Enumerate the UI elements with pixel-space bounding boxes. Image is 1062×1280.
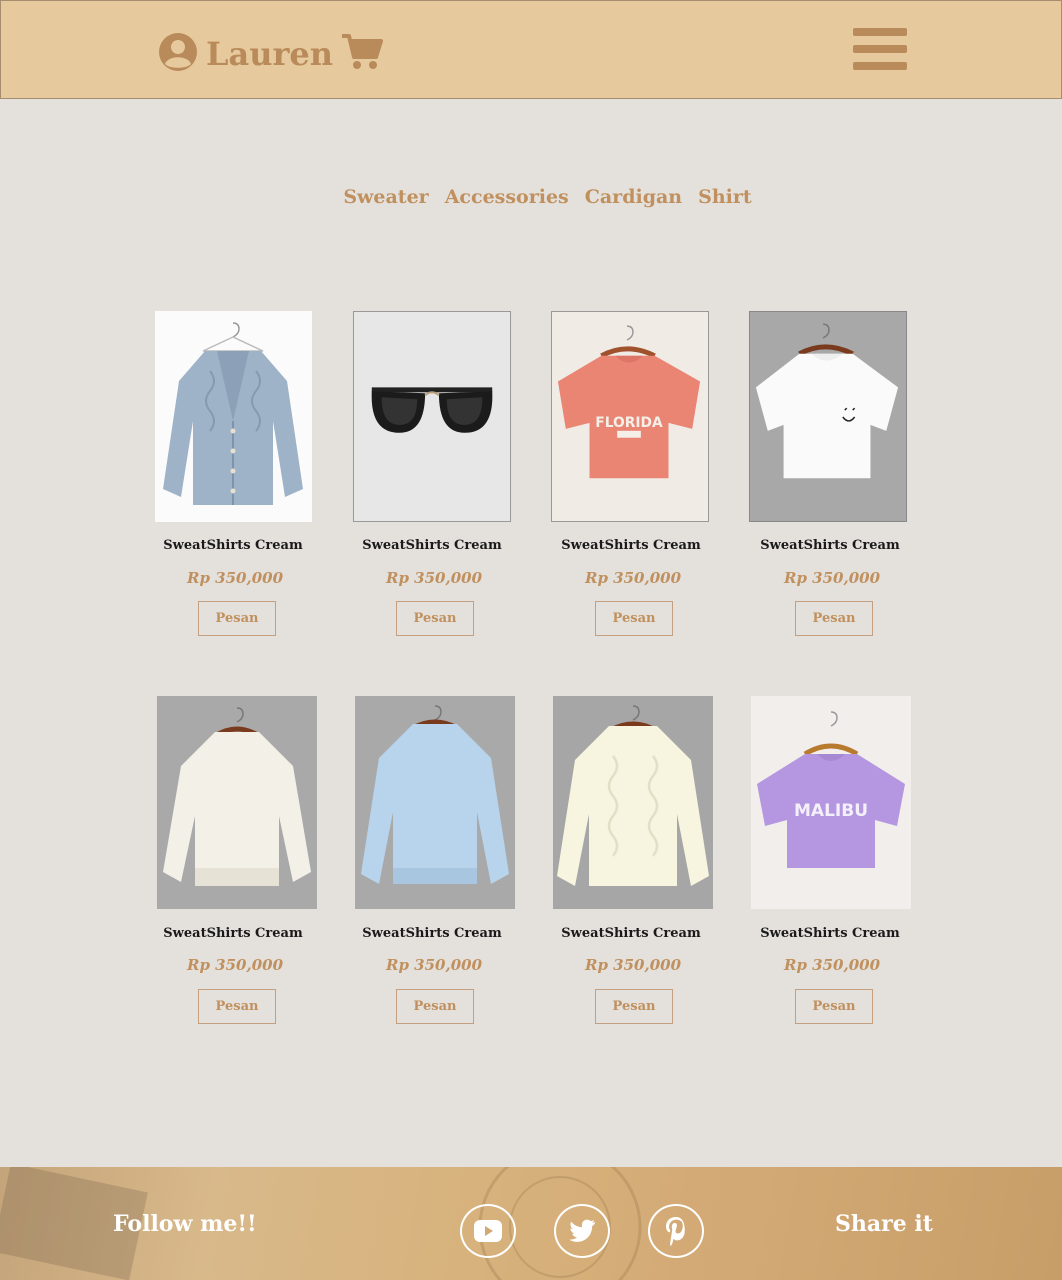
product-image-smiley-tshirt[interactable]	[749, 311, 907, 522]
category-sweater[interactable]: Sweater	[343, 182, 428, 212]
follow-me-label: Follow me!!	[113, 1211, 257, 1237]
category-cardigan[interactable]: Cardigan	[585, 182, 682, 212]
pinterest-icon[interactable]	[648, 1204, 704, 1258]
order-button[interactable]: Pesan	[396, 989, 474, 1024]
brand-name[interactable]: Lauren	[206, 34, 333, 74]
shopping-cart-icon[interactable]	[341, 33, 383, 75]
product-name[interactable]: SweatShirts Cream	[133, 537, 333, 555]
site-header: Lauren	[0, 0, 1062, 99]
product-image-blue-sweatshirt[interactable]	[355, 696, 515, 909]
hamburger-menu-icon[interactable]	[853, 28, 907, 70]
site-footer: Follow me!! Share it	[0, 1167, 1062, 1280]
category-nav: Sweater Accessories Cardigan Shirt	[0, 182, 1062, 212]
order-button[interactable]: Pesan	[396, 601, 474, 636]
user-circle-icon[interactable]	[158, 32, 198, 76]
product-price: Rp 350,000	[186, 569, 284, 587]
florida-print: FLORIDA	[595, 415, 663, 431]
order-button[interactable]: Pesan	[795, 601, 873, 636]
twitter-icon[interactable]	[554, 1204, 610, 1258]
youtube-icon[interactable]	[460, 1204, 516, 1258]
brand[interactable]: Lauren	[158, 32, 383, 76]
order-button[interactable]: Pesan	[198, 989, 276, 1024]
order-button[interactable]: Pesan	[595, 601, 673, 636]
product-name[interactable]: SweatShirts Cream	[531, 537, 731, 555]
product-image-florida-tshirt[interactable]: FLORIDA	[551, 311, 709, 522]
product-image-cable-knit-sweater[interactable]	[553, 696, 713, 909]
product-image-cream-sweater[interactable]	[157, 696, 317, 909]
product-price: Rp 350,000	[584, 956, 682, 974]
product-image-malibu-tshirt[interactable]: MALIBU	[751, 696, 911, 909]
product-name[interactable]: SweatShirts Cream	[332, 925, 532, 943]
order-button[interactable]: Pesan	[795, 989, 873, 1024]
product-price: Rp 350,000	[783, 569, 881, 587]
product-name[interactable]: SweatShirts Cream	[332, 537, 532, 555]
product-price: Rp 350,000	[385, 569, 483, 587]
product-price: Rp 350,000	[385, 956, 483, 974]
product-name[interactable]: SweatShirts Cream	[730, 925, 930, 943]
category-shirt[interactable]: Shirt	[698, 182, 752, 212]
product-price: Rp 350,000	[584, 569, 682, 587]
category-accessories[interactable]: Accessories	[445, 182, 569, 212]
product-name[interactable]: SweatShirts Cream	[730, 537, 930, 555]
share-it-label[interactable]: Share it	[835, 1209, 933, 1239]
order-button[interactable]: Pesan	[595, 989, 673, 1024]
product-name[interactable]: SweatShirts Cream	[531, 925, 731, 943]
order-button[interactable]: Pesan	[198, 601, 276, 636]
product-price: Rp 350,000	[186, 956, 284, 974]
product-image-sunglasses[interactable]	[353, 311, 511, 522]
malibu-print: MALIBU	[794, 801, 868, 821]
product-price: Rp 350,000	[783, 956, 881, 974]
product-image-blue-cardigan[interactable]	[155, 311, 312, 522]
product-name[interactable]: SweatShirts Cream	[133, 925, 333, 943]
